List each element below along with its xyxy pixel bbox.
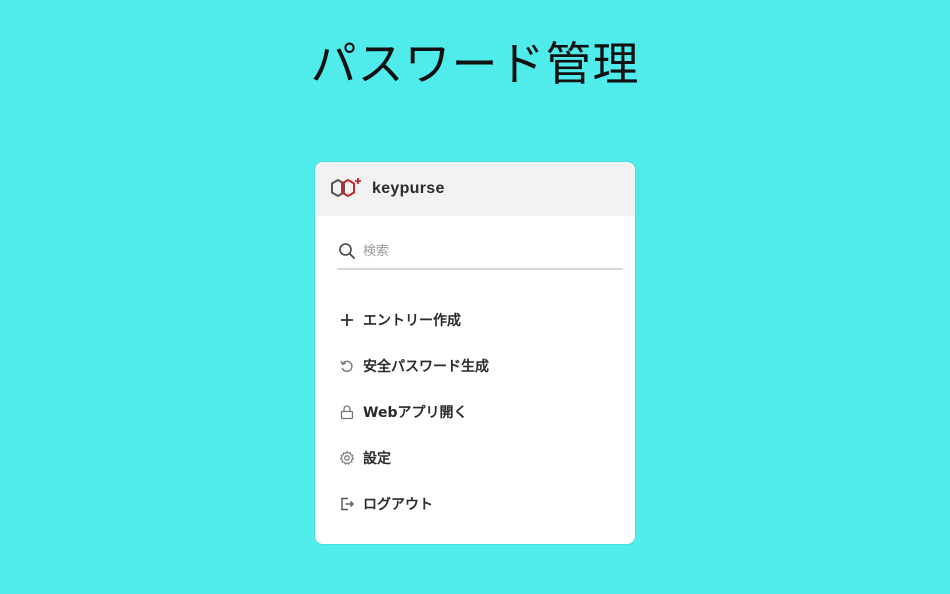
menu-item-label: ログアウト bbox=[363, 497, 433, 513]
menu-item-create-entry[interactable]: エントリー作成 bbox=[337, 297, 617, 343]
keypurse-logo-icon bbox=[329, 176, 363, 202]
menu-item-label: 設定 bbox=[363, 451, 391, 467]
popup-header: keypurse bbox=[315, 162, 635, 216]
refresh-icon bbox=[337, 356, 357, 376]
gear-icon bbox=[337, 448, 357, 468]
search-icon bbox=[337, 241, 357, 261]
lock-icon bbox=[337, 402, 357, 422]
brand-name: keypurse bbox=[372, 180, 445, 197]
menu-item-label: エントリー作成 bbox=[363, 313, 461, 329]
plus-icon bbox=[337, 310, 357, 330]
page-headline: パスワード管理 bbox=[310, 37, 640, 91]
menu-item-label: 安全パスワード生成 bbox=[363, 359, 489, 375]
menu-item-settings[interactable]: 設定 bbox=[337, 435, 617, 481]
action-menu: エントリー作成 安全パスワード生成 Webアプリ開く 設定 ログアウト bbox=[337, 297, 617, 527]
logout-icon bbox=[337, 494, 357, 514]
menu-item-open-webapp[interactable]: Webアプリ開く bbox=[337, 389, 617, 435]
search-bar[interactable] bbox=[337, 234, 623, 270]
menu-item-logout[interactable]: ログアウト bbox=[337, 481, 617, 527]
search-input[interactable] bbox=[363, 243, 613, 259]
menu-item-label: Webアプリ開く bbox=[363, 405, 468, 421]
menu-item-generate-password[interactable]: 安全パスワード生成 bbox=[337, 343, 617, 389]
extension-popup: keypurse エントリー作成 bbox=[315, 162, 635, 544]
